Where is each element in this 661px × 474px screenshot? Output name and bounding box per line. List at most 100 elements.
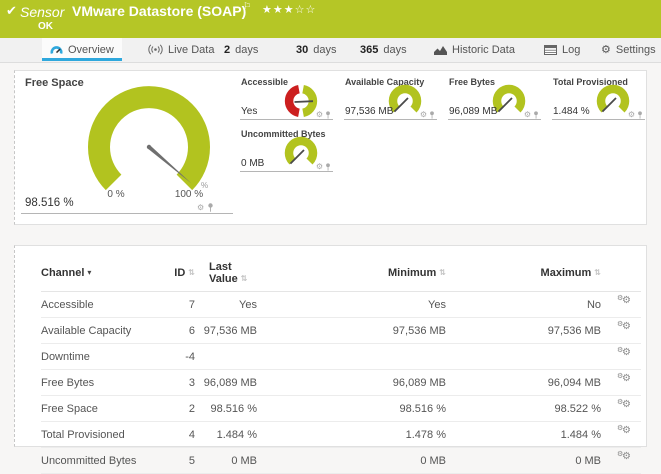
tab-log[interactable]: Log xyxy=(544,38,580,61)
channel-settings-icon[interactable]: ⚙⚙ xyxy=(617,375,633,387)
tab-bar: Overview Live Data 2 days 30 days 365 da… xyxy=(0,38,661,63)
pin-icon[interactable] xyxy=(533,111,539,119)
channel-row-downtime[interactable]: Downtime -4 ⚙⚙ xyxy=(41,344,641,370)
column-header-maximum[interactable]: Maximum⇅ xyxy=(446,254,601,292)
channel-name[interactable]: Available Capacity xyxy=(41,318,161,344)
gauges-panel: Free Space 0 % 100 % % 98.516 % ⚙ Access… xyxy=(14,70,647,225)
column-header-id[interactable]: ID⇅ xyxy=(161,254,195,292)
tab-overview[interactable]: Overview xyxy=(42,38,122,61)
gear-icon: ⚙ xyxy=(601,43,611,56)
channel-row-total-provisioned[interactable]: Total Provisioned 4 1.484 % 1.478 % 1.48… xyxy=(41,422,641,448)
channel-maximum: 98.522 % xyxy=(446,396,601,422)
tab-2-days[interactable]: 2 days xyxy=(224,38,258,61)
column-header-actions xyxy=(601,254,641,292)
channel-maximum: 1.484 % xyxy=(446,422,601,448)
sort-caret-icon: ▾ xyxy=(87,268,91,277)
tab-label: days xyxy=(313,44,336,56)
tab-label: Historic Data xyxy=(452,44,515,56)
gauge-value: 96,089 MB xyxy=(449,106,497,117)
gear-icon[interactable]: ⚙ xyxy=(524,111,531,119)
gauge-title: Free Bytes xyxy=(449,77,495,87)
flag-icon[interactable]: ⚐ xyxy=(243,1,251,12)
gauge-uncommitted-bytes: Uncommitted Bytes 0 MB ⚙ xyxy=(240,129,333,172)
small-gauges-grid: Accessible Yes ⚙ Available Capacity 97,5… xyxy=(240,77,645,172)
channel-minimum: 97,536 MB xyxy=(257,318,446,344)
tab-label: days xyxy=(383,44,406,56)
gauge-icon xyxy=(50,44,63,55)
channel-minimum: 98.516 % xyxy=(257,396,446,422)
channel-name[interactable]: Accessible xyxy=(41,292,161,318)
channel-id: 6 xyxy=(161,318,195,344)
channel-name[interactable]: Free Space xyxy=(41,396,161,422)
channel-row-free-bytes[interactable]: Free Bytes 3 96,089 MB 96,089 MB 96,094 … xyxy=(41,370,641,396)
channel-id: 5 xyxy=(161,448,195,474)
channel-row-accessible[interactable]: Accessible 7 Yes Yes No ⚙⚙ xyxy=(41,292,641,318)
tab-label: Settings xyxy=(616,44,656,56)
channel-settings-icon[interactable]: ⚙⚙ xyxy=(617,349,633,361)
gauge-underline xyxy=(448,119,541,120)
channel-last-value: 1.484 % xyxy=(195,422,257,448)
tab-label: Overview xyxy=(68,44,114,56)
tab-number: 2 xyxy=(224,44,230,56)
log-icon xyxy=(544,45,557,55)
column-header-minimum[interactable]: Minimum⇅ xyxy=(257,254,446,292)
channel-last-value: 0 MB xyxy=(195,448,257,474)
pin-icon[interactable] xyxy=(637,111,643,119)
channel-last-value xyxy=(195,344,257,370)
column-label: Maximum xyxy=(541,267,592,279)
total-provisioned-gauge-dial xyxy=(594,81,632,119)
channel-row-available-capacity[interactable]: Available Capacity 6 97,536 MB 97,536 MB… xyxy=(41,318,641,344)
gear-icon[interactable]: ⚙ xyxy=(316,111,323,119)
channel-row-uncommitted-bytes[interactable]: Uncommitted Bytes 5 0 MB 0 MB 0 MB ⚙⚙ xyxy=(41,448,641,474)
gear-icon[interactable]: ⚙ xyxy=(420,111,427,119)
channel-name[interactable]: Downtime xyxy=(41,344,161,370)
gear-icon[interactable]: ⚙ xyxy=(316,163,323,171)
channel-settings-icon[interactable]: ⚙⚙ xyxy=(617,401,633,413)
tab-historic-data[interactable]: Historic Data xyxy=(434,38,515,61)
channel-settings-icon[interactable]: ⚙⚙ xyxy=(617,297,633,309)
tab-live-data[interactable]: Live Data xyxy=(148,38,214,61)
channel-name[interactable]: Total Provisioned xyxy=(41,422,161,448)
tab-settings[interactable]: ⚙ Settings xyxy=(601,38,656,61)
channel-id: 3 xyxy=(161,370,195,396)
gear-icon[interactable]: ⚙ xyxy=(197,204,204,212)
gauge-value: 97,536 MB xyxy=(345,106,393,117)
gauge-min-label: 0 % xyxy=(101,189,131,200)
tab-number: 30 xyxy=(296,44,308,56)
channel-last-value: 96,089 MB xyxy=(195,370,257,396)
pin-icon[interactable] xyxy=(325,163,331,171)
column-header-channel[interactable]: Channel▾ xyxy=(41,254,161,292)
channel-settings-icon[interactable]: ⚙⚙ xyxy=(617,427,633,439)
channels-panel: Channel▾ ID⇅ Last Value⇅ Minimum⇅ Maximu… xyxy=(14,245,647,447)
channel-last-value: 97,536 MB xyxy=(195,318,257,344)
column-label: Last Value xyxy=(209,261,238,285)
gauge-underline xyxy=(240,119,333,120)
free-space-gauge-dial xyxy=(84,83,214,193)
channel-settings-icon[interactable]: ⚙⚙ xyxy=(617,323,633,335)
gauge-available-capacity: Available Capacity 97,536 MB ⚙ xyxy=(344,77,437,120)
pin-icon[interactable] xyxy=(429,111,435,119)
tab-30-days[interactable]: 30 days xyxy=(296,38,337,61)
channel-row-free-space[interactable]: Free Space 2 98.516 % 98.516 % 98.522 % … xyxy=(41,396,641,422)
pin-icon[interactable] xyxy=(325,111,331,119)
gauge-total-provisioned: Total Provisioned 1.484 % ⚙ xyxy=(552,77,645,120)
tab-label: days xyxy=(235,44,258,56)
channels-table: Channel▾ ID⇅ Last Value⇅ Minimum⇅ Maximu… xyxy=(41,254,641,474)
channel-settings-icon[interactable]: ⚙⚙ xyxy=(617,453,633,465)
channel-maximum: 97,536 MB xyxy=(446,318,601,344)
priority-stars[interactable]: ★★★☆☆ xyxy=(262,3,316,16)
column-header-last-value[interactable]: Last Value⇅ xyxy=(195,254,257,292)
gear-icon[interactable]: ⚙ xyxy=(628,111,635,119)
gauge-underline xyxy=(344,119,437,120)
sort-icon: ⇅ xyxy=(594,268,601,277)
channel-minimum: 0 MB xyxy=(257,448,446,474)
gauge-title: Accessible xyxy=(241,77,288,87)
channel-minimum xyxy=(257,344,446,370)
channel-name[interactable]: Free Bytes xyxy=(41,370,161,396)
tab-365-days[interactable]: 365 days xyxy=(360,38,407,61)
channel-name[interactable]: Uncommitted Bytes xyxy=(41,448,161,474)
prtg-sensor-page: { "colors": { "header_green": "#b5c626",… xyxy=(0,0,661,430)
tab-label: Log xyxy=(562,44,580,56)
pin-icon[interactable] xyxy=(207,203,214,212)
gauge-value: 1.484 % xyxy=(553,106,590,117)
